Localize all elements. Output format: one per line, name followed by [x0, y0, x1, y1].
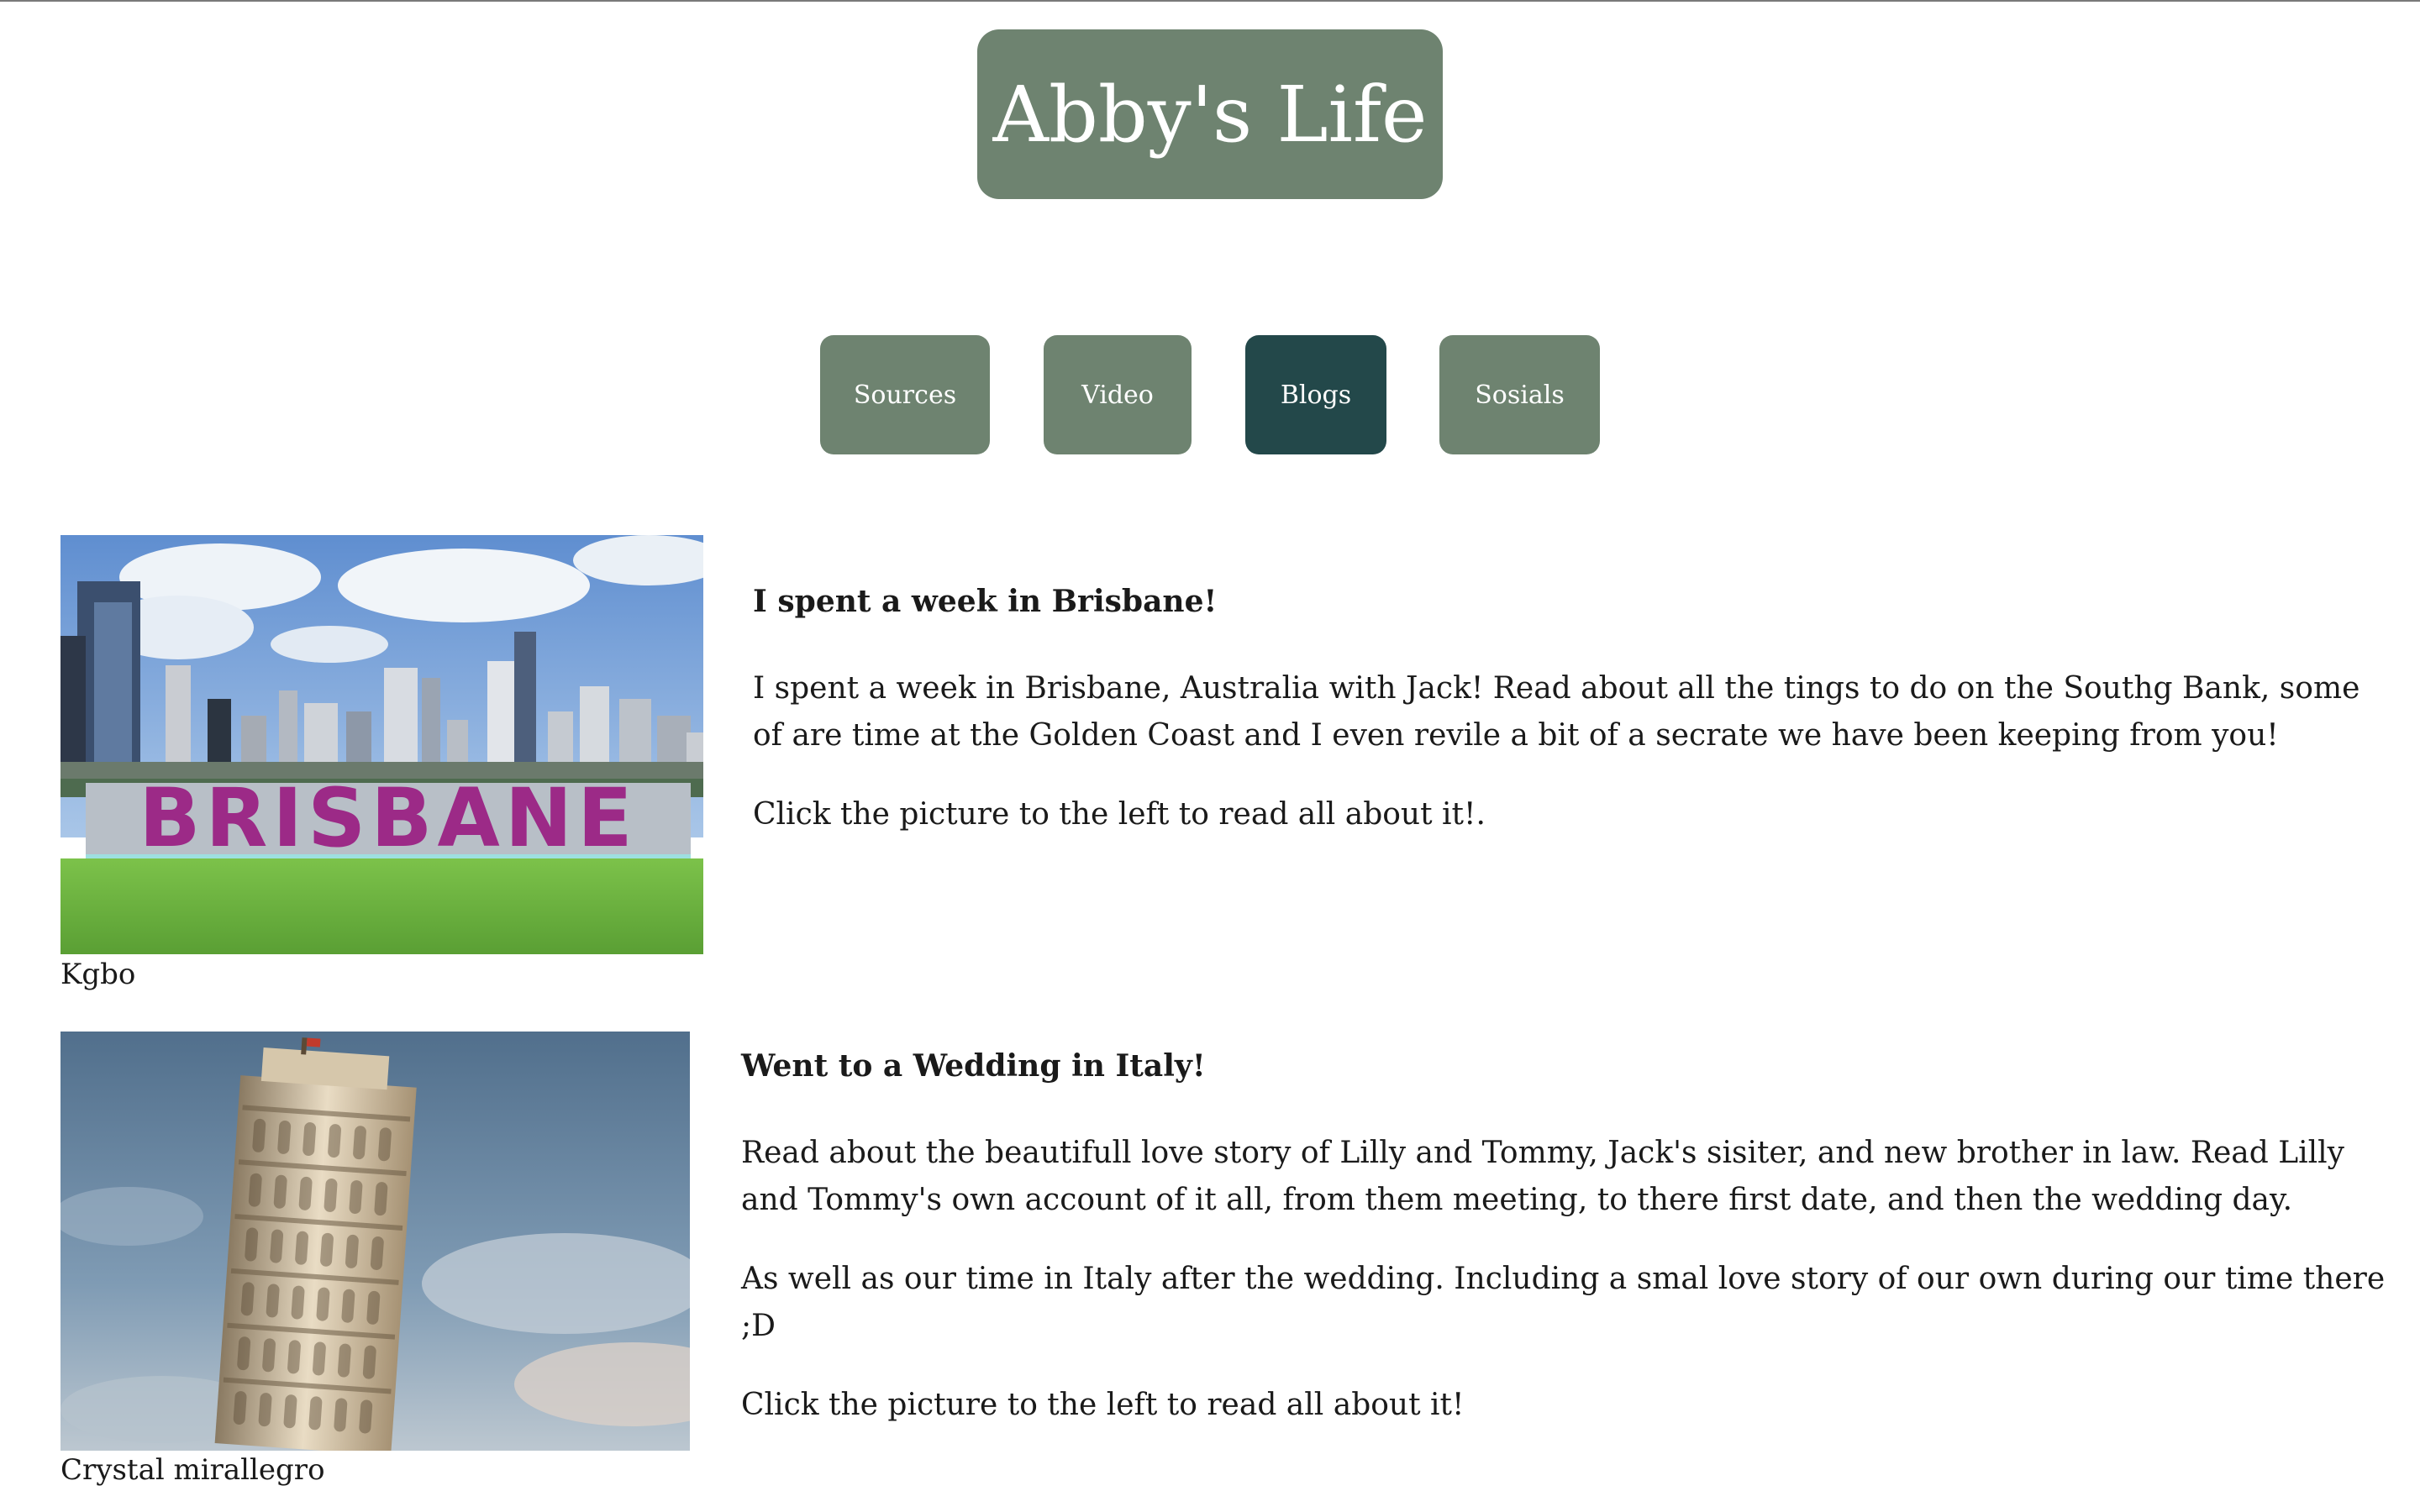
post-heading: I spent a week in Brisbane! — [753, 584, 1218, 619]
photo-credit: Kgbo — [60, 958, 136, 991]
post-paragraph: I spent a week in Brisbane, Australia wi… — [753, 671, 2360, 753]
brisbane-photo-link[interactable]: BRISBANE — [60, 535, 703, 954]
pisa-photo-link[interactable] — [60, 1032, 690, 1451]
brisbane-photo: BRISBANE — [60, 535, 703, 954]
site-title: Abby's Life — [977, 29, 1443, 199]
photo-credit: Crystal mirallegro — [60, 1453, 325, 1487]
blog-post-italy: Went to a Wedding in Italy! Read about t… — [741, 1042, 2388, 1461]
post-paragraph: As well as our time in Italy after the w… — [741, 1262, 2386, 1343]
post-paragraph: Click the picture to the left to read al… — [741, 1388, 1465, 1422]
nav-label-sosials: Sosials — [1475, 380, 1565, 410]
top-border — [0, 0, 2420, 2]
post-paragraph: Click the picture to the left to read al… — [753, 797, 1486, 832]
site-title-text: Abby's Life — [992, 69, 1428, 160]
nav-button-sources[interactable]: Sources — [820, 335, 990, 454]
brisbane-sign-text: BRISBANE — [139, 771, 637, 865]
post-heading: Went to a Wedding in Italy! — [741, 1048, 1206, 1084]
nav-label-video: Video — [1081, 380, 1154, 410]
nav-button-video[interactable]: Video — [1044, 335, 1192, 454]
nav-label-sources: Sources — [853, 380, 957, 410]
main-nav: Sources Video Blogs Sosials — [0, 335, 2420, 454]
blog-post-brisbane: I spent a week in Brisbane! I spent a we… — [753, 578, 2391, 870]
pisa-tower-photo — [60, 1032, 690, 1451]
nav-button-sosials[interactable]: Sosials — [1439, 335, 1600, 454]
nav-button-blogs[interactable]: Blogs — [1245, 335, 1386, 454]
nav-label-blogs: Blogs — [1280, 380, 1352, 410]
post-paragraph: Read about the beautifull love story of … — [741, 1136, 2344, 1217]
